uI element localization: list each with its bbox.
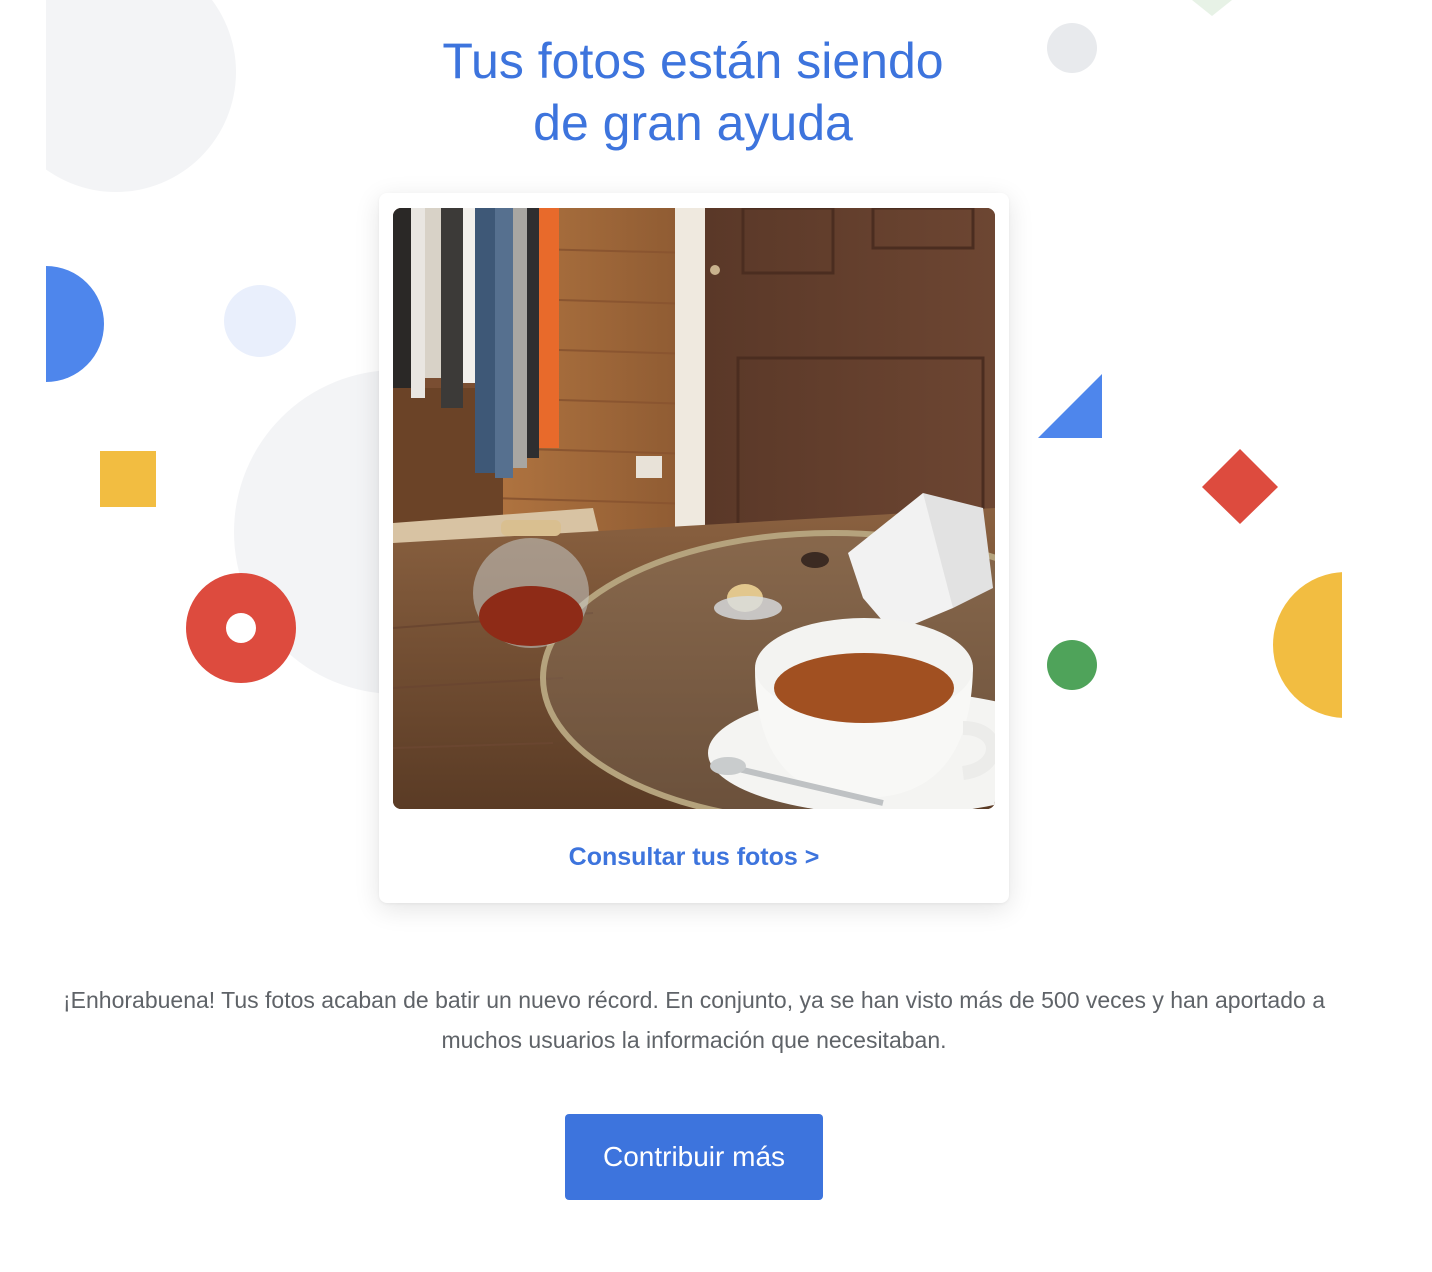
view-photos-link[interactable]: Consultar tus fotos > xyxy=(379,843,1009,872)
contributed-photo[interactable] xyxy=(393,208,995,809)
green-circle xyxy=(1047,640,1097,690)
page-title: Tus fotos están siendo de gran ayuda xyxy=(0,30,1386,154)
photo-illustration xyxy=(393,208,995,809)
yellow-square xyxy=(100,451,156,507)
yellow-half-circle xyxy=(1273,572,1342,718)
green-diamond-partial xyxy=(1192,0,1232,16)
red-diamond xyxy=(1202,449,1278,524)
blue-half-circle xyxy=(46,266,104,382)
page-title-line-2: de gran ayuda xyxy=(533,95,853,151)
pale-blue-circle xyxy=(224,285,296,357)
congratulations-message: ¡Enhorabuena! Tus fotos acaban de batir … xyxy=(63,987,1325,1053)
page-title-line-1: Tus fotos están siendo xyxy=(442,33,944,89)
blue-triangle xyxy=(1038,374,1102,438)
contribute-more-button[interactable]: Contribuir más xyxy=(565,1114,823,1200)
photo-card: Consultar tus fotos > xyxy=(379,193,1009,903)
red-ring-hole xyxy=(226,613,256,643)
